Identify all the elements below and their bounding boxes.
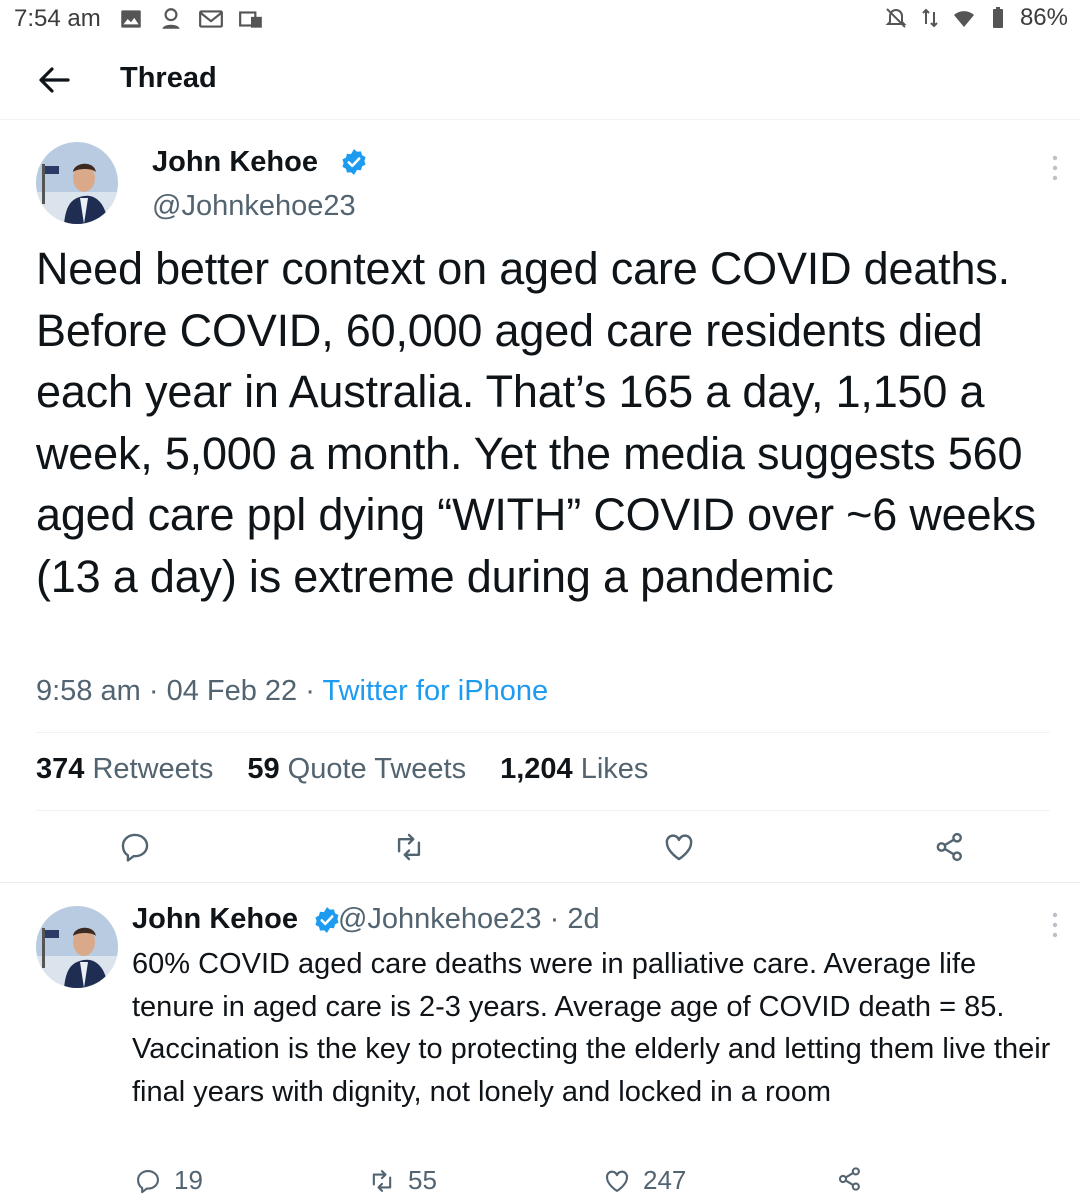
- tweet-stats: 374 Retweets 59 Quote Tweets 1,204 Likes: [36, 753, 682, 786]
- tweet-separator: [0, 882, 1080, 883]
- author-name[interactable]: John Kehoe: [152, 146, 318, 179]
- reply-reply-button[interactable]: 19: [134, 1165, 203, 1196]
- retweets-label: Retweets: [92, 753, 214, 785]
- quotes-label: Quote Tweets: [287, 753, 467, 785]
- reply-icon: [121, 833, 149, 862]
- share-icon: [838, 1167, 860, 1191]
- likes-label: Likes: [580, 753, 649, 785]
- verified-badge-icon: [315, 907, 339, 933]
- divider: [36, 810, 1050, 811]
- author-handle[interactable]: @Johnkehoe23: [152, 190, 356, 223]
- reply-handle-time[interactable]: @Johnkehoe23 · 2d: [338, 903, 600, 935]
- retweets-count: 374: [36, 753, 85, 785]
- gallery-icon: [121, 10, 141, 28]
- status-time: 7:54 am: [14, 5, 101, 32]
- battery-level: 86%: [1019, 4, 1068, 31]
- tweet-text: Need better context on aged care COVID d…: [36, 243, 1036, 602]
- wifi-icon: [953, 11, 974, 27]
- gmail-icon: [199, 10, 223, 28]
- avatar-image: [36, 142, 118, 224]
- page-title: Thread: [120, 62, 217, 94]
- data-icon: [922, 8, 938, 28]
- meta-separator: ·: [297, 675, 323, 707]
- reply-author-name[interactable]: John Kehoe: [132, 903, 298, 935]
- mute-icon: [885, 8, 907, 28]
- share-icon: [936, 832, 962, 862]
- reply-button[interactable]: [118, 830, 152, 864]
- battery-icon: [992, 7, 1003, 28]
- status-right: 86%: [884, 4, 1068, 32]
- likes-count: 1,204: [500, 753, 573, 785]
- tweet-meta: 9:58 am · 04 Feb 22 · Twitter for iPhone: [36, 675, 548, 708]
- reply-count: 19: [174, 1165, 203, 1195]
- incognito-icon: [162, 8, 180, 29]
- retweets-stat[interactable]: 374 Retweets: [36, 753, 213, 786]
- retweet-count: 55: [408, 1165, 437, 1195]
- reply-retweet-button[interactable]: 55: [368, 1165, 437, 1196]
- share-button[interactable]: [933, 830, 967, 864]
- status-bar: 7:54 am 86%: [0, 0, 1080, 40]
- photo-icon: [239, 11, 262, 28]
- divider: [36, 732, 1050, 733]
- like-button[interactable]: [662, 830, 696, 864]
- quotes-count: 59: [247, 753, 280, 785]
- likes-stat[interactable]: 1,204 Likes: [500, 753, 648, 786]
- reply-icon: [137, 1169, 159, 1193]
- back-arrow-icon: [39, 67, 70, 93]
- reply-text: 60% COVID aged care deaths were in palli…: [132, 948, 1051, 1108]
- tweet-source-link[interactable]: Twitter for iPhone: [322, 675, 548, 707]
- verified-badge-icon: [342, 149, 366, 175]
- reply-share-button[interactable]: [836, 1165, 864, 1193]
- more-options-icon[interactable]: [1049, 154, 1061, 182]
- more-options-icon[interactable]: [1049, 911, 1061, 939]
- notification-icons: [118, 6, 264, 32]
- tweet-time: 9:58 am: [36, 675, 141, 707]
- quote-tweets-stat[interactable]: 59 Quote Tweets: [247, 753, 466, 786]
- thread-header: Thread: [0, 40, 1080, 120]
- back-button[interactable]: [34, 62, 74, 98]
- avatar-image: [36, 906, 118, 988]
- avatar[interactable]: [36, 906, 118, 988]
- reply-header: John Kehoe @Johnkehoe23 · 2d: [132, 903, 600, 936]
- retweet-button[interactable]: [392, 830, 426, 864]
- heart-icon: [665, 834, 693, 861]
- avatar[interactable]: [36, 142, 118, 224]
- like-count: 247: [643, 1165, 687, 1195]
- tweet-date: 04 Feb 22: [166, 675, 298, 707]
- heart-icon: [606, 1170, 628, 1192]
- reply-like-button[interactable]: 247: [603, 1165, 686, 1196]
- retweet-icon: [372, 1169, 392, 1192]
- meta-separator: ·: [140, 675, 167, 707]
- retweet-icon: [397, 833, 421, 861]
